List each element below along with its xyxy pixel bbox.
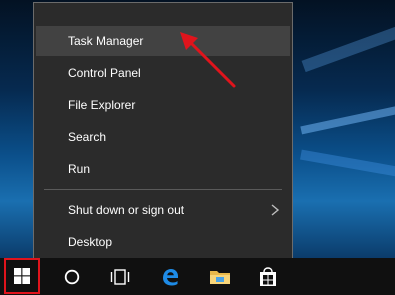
- menu-item-shut-down[interactable]: Shut down or sign out: [36, 195, 290, 225]
- file-explorer-button[interactable]: [202, 258, 238, 295]
- menu-item-label: Control Panel: [68, 66, 141, 80]
- menu-item-search[interactable]: Search: [36, 122, 290, 152]
- chevron-right-icon: [271, 204, 280, 216]
- wallpaper-light-ray: [301, 19, 395, 73]
- menu-item-label: Run: [68, 162, 91, 176]
- cortana-button[interactable]: [54, 258, 90, 295]
- cortana-circle-icon: [64, 269, 80, 284]
- start-button[interactable]: [4, 258, 40, 294]
- menu-item-label: Task Manager: [68, 34, 144, 48]
- menu-item-label: Search: [68, 130, 107, 144]
- menu-item-desktop[interactable]: Desktop: [36, 227, 290, 257]
- menu-item-file-explorer[interactable]: File Explorer: [36, 90, 290, 120]
- menu-item-task-manager[interactable]: Task Manager: [36, 26, 290, 56]
- store-button[interactable]: [250, 258, 286, 295]
- task-view-icon: [110, 268, 130, 285]
- menu-separator: [44, 189, 282, 190]
- menu-item-label: Desktop: [68, 235, 113, 249]
- store-icon: [260, 266, 276, 286]
- menu-item-label: File Explorer: [68, 98, 136, 112]
- menu-item-control-panel[interactable]: Control Panel: [36, 58, 290, 88]
- menu-item-label: Shut down or sign out: [68, 203, 185, 217]
- winx-context-menu: Task Manager Control Panel File Explorer…: [33, 2, 293, 264]
- taskbar: [0, 258, 395, 295]
- menu-item-run[interactable]: Run: [36, 154, 290, 184]
- wallpaper-light-ray: [300, 149, 395, 181]
- windows-start-icon: [14, 268, 30, 284]
- edge-button[interactable]: [152, 258, 188, 295]
- edge-icon: [163, 268, 178, 285]
- task-view-button[interactable]: [102, 258, 138, 295]
- annotation-arrow-icon: [180, 32, 236, 88]
- wallpaper-light-ray: [300, 103, 395, 135]
- file-explorer-icon: [210, 270, 230, 284]
